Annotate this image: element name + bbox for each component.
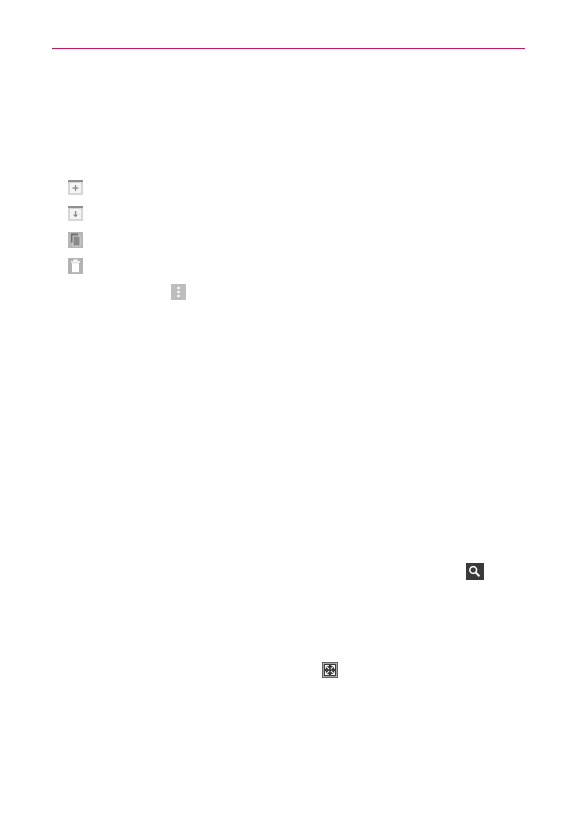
copy-icon: [68, 232, 83, 248]
download-folder-icon: [68, 206, 83, 221]
search-icon: [466, 563, 484, 580]
overflow-menu-icon: [171, 284, 186, 300]
collapse-icon: [322, 662, 338, 678]
new-folder-icon: [68, 180, 83, 195]
header-rule: [52, 48, 525, 49]
trash-icon: [68, 258, 83, 274]
